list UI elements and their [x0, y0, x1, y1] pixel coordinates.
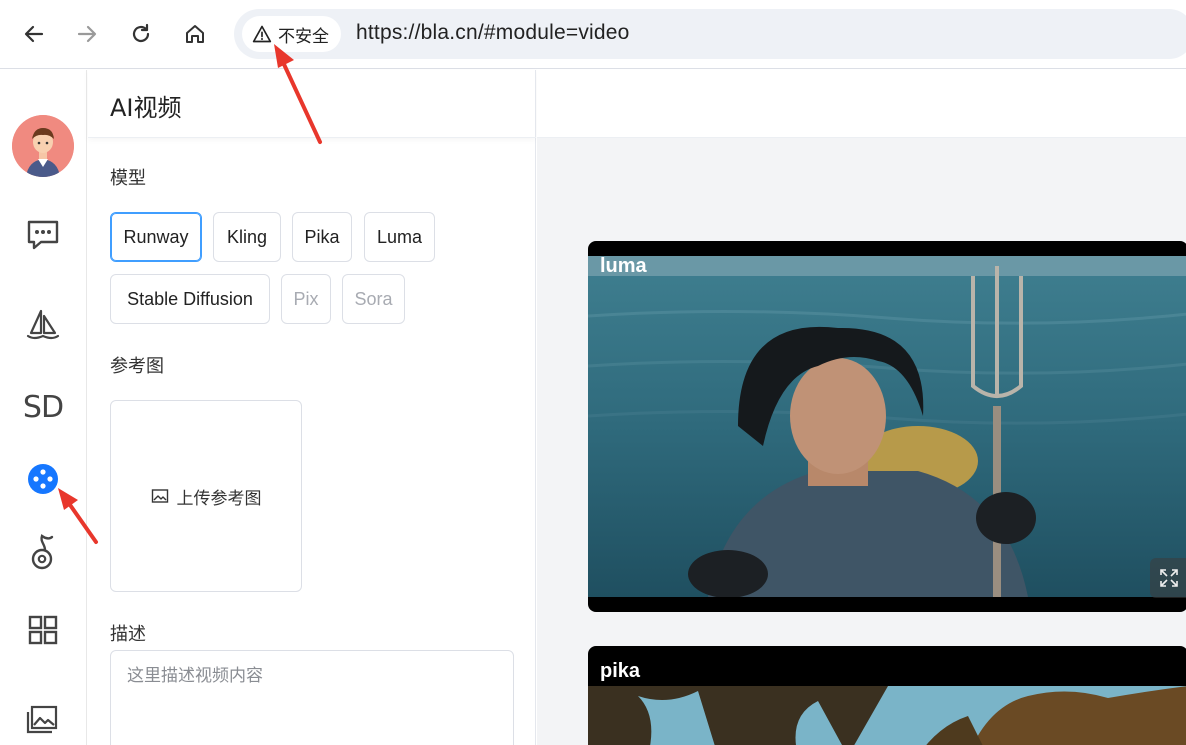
home-button[interactable]: [175, 14, 215, 54]
chat-icon: [27, 220, 59, 250]
page-title: AI视频: [110, 94, 182, 122]
model-kling-button[interactable]: Kling: [213, 212, 281, 262]
arrow-right-icon: [77, 25, 97, 43]
music-note-icon: [31, 534, 54, 570]
grid-icon: [28, 615, 58, 645]
description-label: 描述: [110, 624, 146, 645]
model-runway-button[interactable]: Runway: [110, 212, 202, 262]
model-pika-button[interactable]: Pika: [292, 212, 352, 262]
reload-button[interactable]: [121, 14, 161, 54]
results-header: [537, 70, 1186, 138]
video-preview-pika[interactable]: [588, 686, 1186, 745]
gallery-icon: [26, 705, 58, 734]
description-input[interactable]: [110, 650, 514, 745]
home-icon: [186, 25, 204, 43]
model-stable-diffusion-button[interactable]: Stable Diffusion: [110, 274, 270, 324]
image-icon: [151, 489, 168, 503]
app-sidebar: SD: [0, 70, 87, 745]
video-reel-icon: [28, 464, 58, 494]
forward-button[interactable]: [67, 14, 107, 54]
panel-header: AI视频: [88, 70, 536, 138]
video-model-label: pika: [600, 660, 641, 682]
arrow-left-icon: [24, 25, 44, 43]
video-preview-luma[interactable]: [588, 256, 1186, 597]
gallery-nav[interactable]: [22, 698, 64, 740]
reload-icon: [132, 23, 150, 43]
model-luma-button[interactable]: Luma: [364, 212, 435, 262]
music-nav[interactable]: [22, 531, 64, 573]
video-results-area: luma pika: [537, 70, 1186, 745]
browser-toolbar: 不安全 https://bla.cn/#module=video: [0, 0, 1186, 69]
upload-reference-button[interactable]: 上传参考图: [110, 400, 302, 592]
video-settings-panel: AI视频 模型 Runway Kling Pika Luma Stable Di…: [88, 70, 536, 745]
model-label: 模型: [110, 168, 146, 189]
reference-image-label: 参考图: [110, 356, 164, 377]
video-card-luma[interactable]: luma: [588, 241, 1186, 612]
security-indicator[interactable]: 不安全: [242, 16, 341, 52]
back-button[interactable]: [14, 14, 54, 54]
model-sora-button[interactable]: Sora: [342, 274, 405, 324]
midjourney-nav[interactable]: [22, 304, 64, 346]
security-label: 不安全: [278, 26, 329, 47]
video-nav[interactable]: [22, 458, 64, 500]
fullscreen-button[interactable]: [1150, 558, 1186, 598]
video-model-label: luma: [600, 255, 647, 277]
sd-nav[interactable]: SD: [22, 386, 64, 428]
model-pix-button[interactable]: Pix: [281, 274, 331, 324]
warning-triangle-icon: [252, 25, 272, 43]
upload-reference-label: 上传参考图: [176, 488, 262, 509]
address-bar[interactable]: 不安全 https://bla.cn/#module=video: [234, 9, 1186, 59]
chat-nav[interactable]: [22, 214, 64, 256]
avatar[interactable]: [12, 115, 74, 177]
user-avatar-icon: [12, 115, 74, 177]
apps-nav[interactable]: [22, 609, 64, 651]
expand-icon: [1160, 569, 1178, 587]
url-text[interactable]: https://bla.cn/#module=video: [356, 21, 630, 45]
video-card-pika[interactable]: pika: [588, 646, 1186, 745]
sailboat-icon: [26, 309, 60, 340]
